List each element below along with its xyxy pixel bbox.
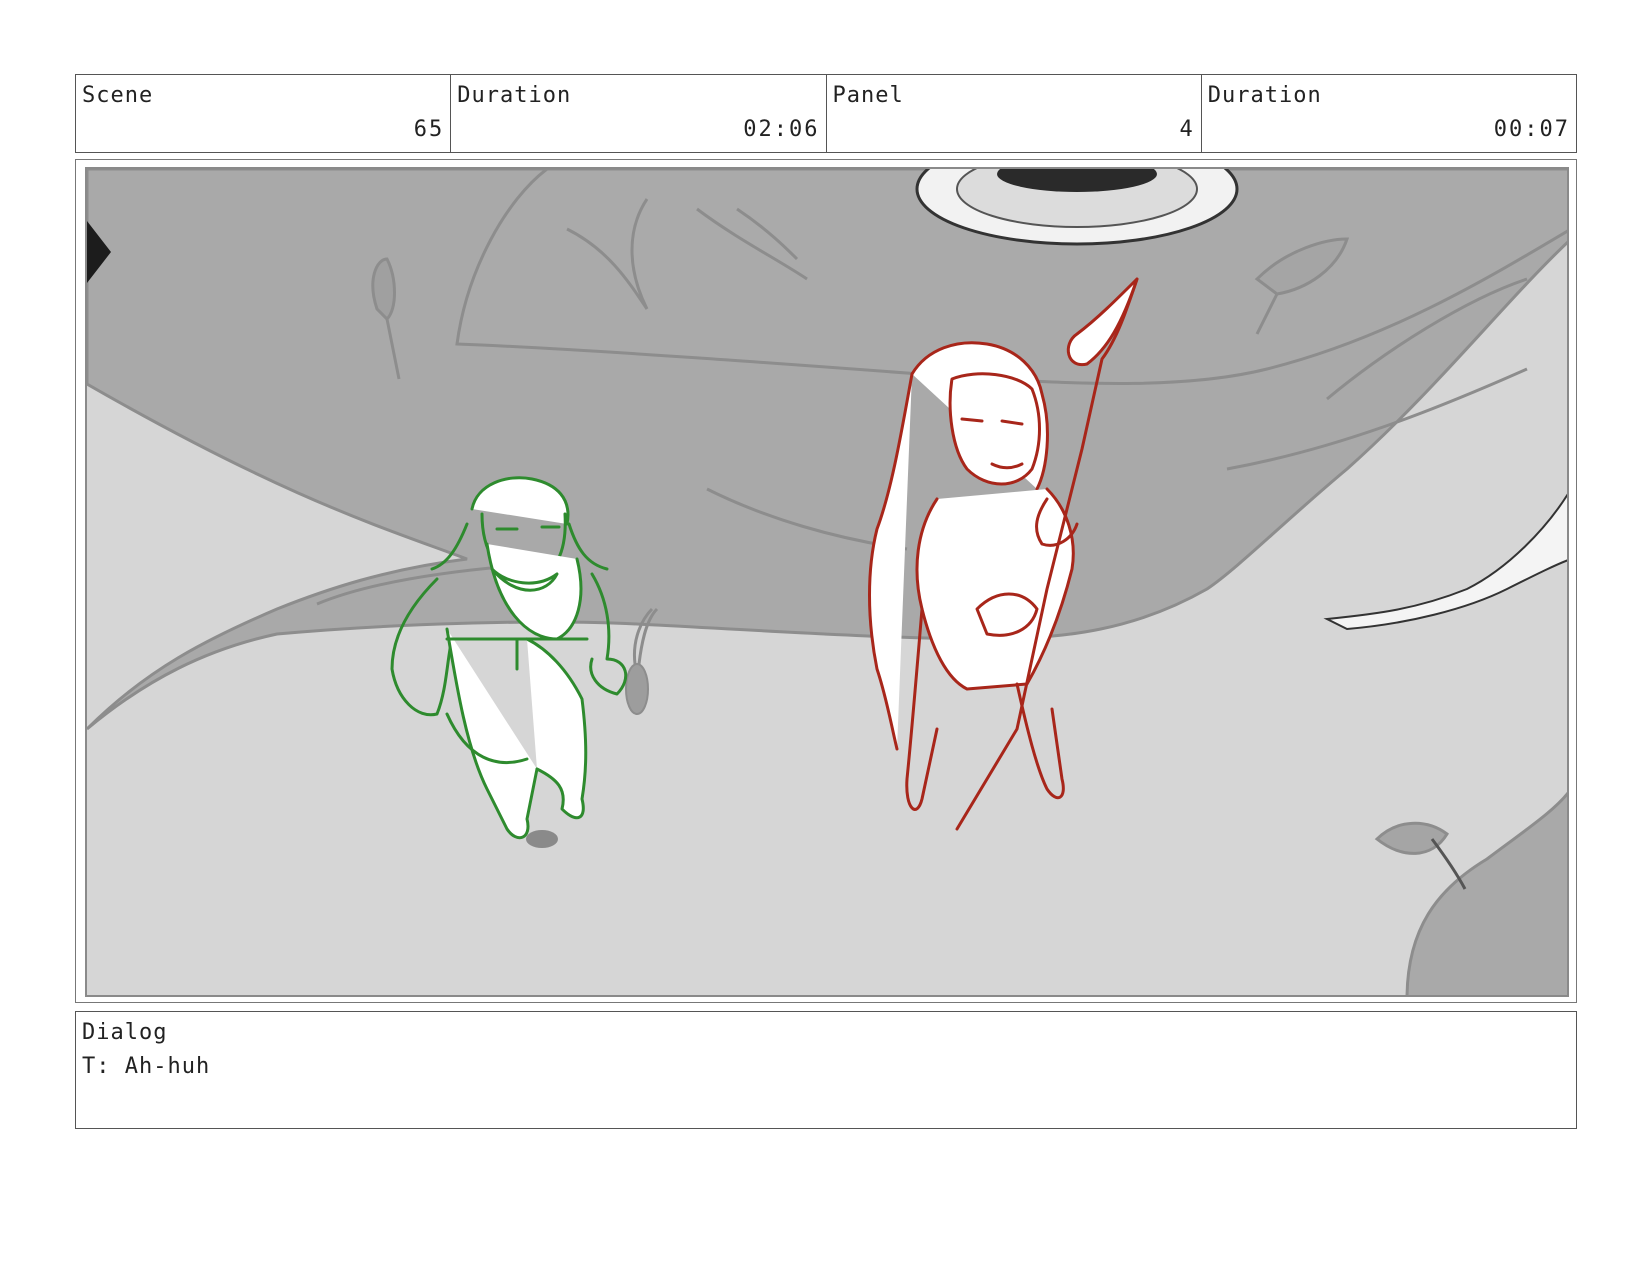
scene-duration-value: 02:06 (743, 117, 820, 142)
storyboard-drawing (85, 167, 1569, 997)
dialog-box: Dialog T: Ah-huh (75, 1011, 1577, 1129)
panel-marker-arrow-icon (87, 221, 111, 283)
panel-cell: Panel 4 (827, 75, 1202, 152)
panel-info-header: Scene 65 Duration 02:06 Panel 4 Duration… (75, 74, 1577, 153)
panel-number: 4 (1179, 117, 1195, 142)
panel-label: Panel (832, 83, 904, 108)
bottom-right-fruit (1405, 791, 1567, 995)
scene-number: 65 (413, 117, 445, 142)
panel-artwork (87, 169, 1567, 995)
panel-duration-value: 00:07 (1493, 117, 1570, 142)
right-shiny-shape (1323, 493, 1567, 631)
panel-duration-label: Duration (1207, 83, 1322, 108)
panel-duration-cell: Duration 00:07 (1202, 75, 1576, 152)
scene-duration-label: Duration (457, 83, 572, 108)
dialog-line: T: Ah-huh (82, 1054, 211, 1079)
scene-duration-cell: Duration 02:06 (451, 75, 827, 152)
scene-cell: Scene 65 (76, 75, 452, 152)
dialog-label: Dialog (82, 1020, 168, 1045)
storyboard-panel-frame (75, 159, 1577, 1003)
scene-label: Scene (82, 83, 154, 108)
